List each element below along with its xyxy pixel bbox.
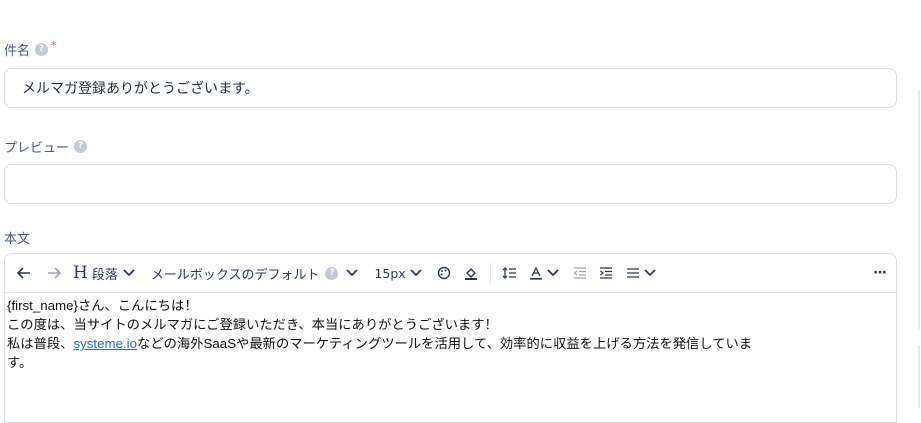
- body-editor: H 段落 メールボックスのデフォルト ? 15px ··· {first_nam…: [4, 253, 897, 423]
- subject-label-row: 件名 ? *: [4, 39, 57, 59]
- chevron-down-icon: [123, 269, 135, 277]
- outdent-icon[interactable]: [572, 260, 588, 286]
- help-circle-icon[interactable]: ?: [325, 266, 339, 280]
- systeme-link[interactable]: systeme.io: [73, 336, 137, 351]
- align-dropdown[interactable]: [626, 260, 656, 286]
- content-line: {first_name}さん、こんにちは！: [7, 298, 198, 313]
- required-mark: *: [51, 39, 57, 52]
- text-color-dropdown[interactable]: [529, 260, 559, 286]
- chevron-down-icon: [644, 269, 656, 277]
- indent-icon[interactable]: [598, 260, 614, 286]
- content-line: す。: [7, 355, 33, 370]
- side-divider: [918, 345, 920, 408]
- content-text: 私は普段、: [7, 336, 74, 351]
- highlight-bucket-icon[interactable]: [464, 260, 480, 286]
- toolbar-divider: [489, 263, 491, 283]
- preview-input[interactable]: [4, 164, 897, 204]
- line-height-icon[interactable]: [501, 260, 517, 286]
- help-circle-icon[interactable]: ?: [74, 140, 88, 153]
- redo-arrow-icon[interactable]: [45, 260, 63, 286]
- heading-dropdown-label: 段落: [91, 267, 118, 283]
- chevron-down-icon: [547, 269, 559, 277]
- body-label: 本文: [4, 232, 31, 247]
- chevron-down-icon: [346, 269, 359, 277]
- content-text: などの海外SaaSや最新のマーケティングツールを活用して、効率的に収益を上げる方…: [137, 336, 753, 351]
- font-size-label: 15px: [374, 265, 406, 281]
- palette-icon[interactable]: [436, 260, 452, 286]
- editor-toolbar: H 段落 メールボックスのデフォルト ? 15px ···: [5, 254, 896, 293]
- editor-content[interactable]: {first_name}さん、こんにちは！ この度は、当サイトのメルマガにご登録…: [5, 293, 896, 372]
- text-color-icon: [529, 266, 542, 280]
- subject-input[interactable]: メルマガ登録ありがとうございます。: [4, 68, 897, 108]
- body-label-row: 本文: [4, 228, 30, 247]
- chevron-down-icon: [410, 269, 422, 277]
- preview-label-row: プレビュー ?: [4, 137, 88, 156]
- subject-input-value: メルマガ登録ありがとうございます。: [22, 81, 259, 97]
- more-dots-icon[interactable]: ···: [873, 260, 887, 286]
- subject-label: 件名: [4, 44, 31, 59]
- content-line: この度は、当サイトのメルマガにご登録いただき、本当にありがとうございます！: [7, 317, 498, 332]
- heading-dropdown[interactable]: H 段落: [73, 260, 135, 286]
- preview-label: プレビュー: [4, 141, 70, 156]
- heading-icon: H: [73, 263, 88, 283]
- side-divider: [918, 90, 920, 330]
- undo-arrow-icon[interactable]: [15, 260, 33, 286]
- font-family-label: メールボックスのデフォルト: [150, 267, 320, 283]
- content-line: 私は普段、systeme.ioなどの海外SaaSや最新のマーケティングツールを活…: [7, 334, 891, 353]
- font-size-dropdown[interactable]: 15px: [374, 260, 422, 286]
- align-left-icon: [626, 268, 639, 278]
- font-family-dropdown[interactable]: メールボックスのデフォルト ?: [151, 260, 359, 286]
- help-circle-icon[interactable]: ?: [35, 43, 49, 56]
